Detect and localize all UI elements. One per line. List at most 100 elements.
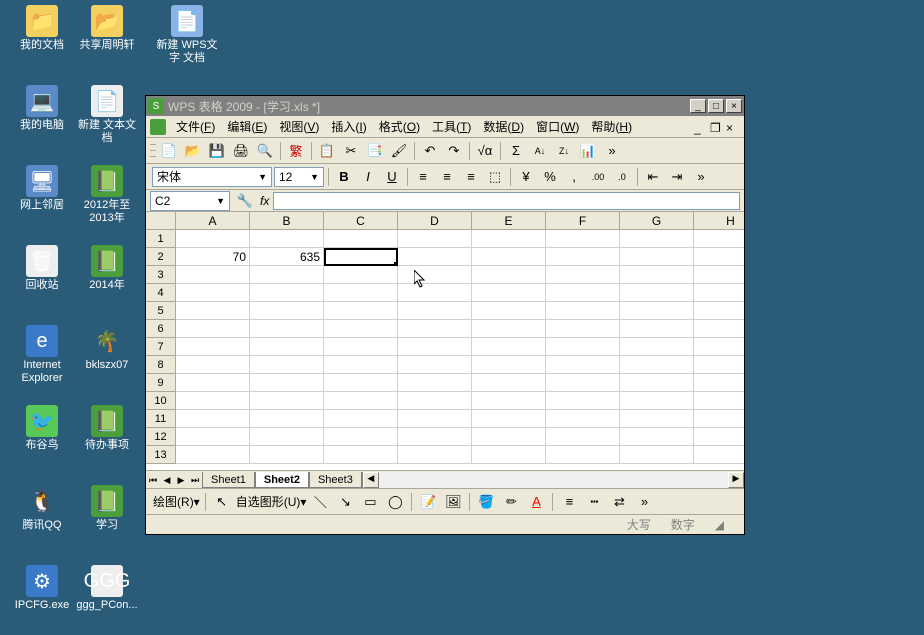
sort-desc-icon[interactable]: Z↓ — [553, 140, 575, 162]
toolbar-overflow-icon[interactable]: » — [601, 140, 623, 162]
row-header[interactable]: 2 — [146, 248, 176, 266]
cell-D10[interactable] — [398, 392, 472, 410]
toolbar-overflow-icon[interactable]: » — [633, 491, 655, 513]
cell-D11[interactable] — [398, 410, 472, 428]
cell-A11[interactable] — [176, 410, 250, 428]
increase-decimal-icon[interactable]: .00 — [587, 166, 609, 188]
column-header[interactable]: G — [620, 212, 694, 230]
cell-E6[interactable] — [472, 320, 546, 338]
save-icon[interactable]: 💾 — [206, 140, 228, 162]
insert-image-icon[interactable]: 🖼 — [442, 491, 464, 513]
cell-G8[interactable] — [620, 356, 694, 374]
insert-function-icon[interactable]: 🔧 — [234, 190, 256, 212]
cell-G10[interactable] — [620, 392, 694, 410]
cell-E4[interactable] — [472, 284, 546, 302]
menu-d[interactable]: 数据(D) — [477, 116, 530, 137]
cell-F13[interactable] — [546, 446, 620, 464]
cut-icon[interactable]: ✂ — [340, 140, 362, 162]
cell-D4[interactable] — [398, 284, 472, 302]
cell-B7[interactable] — [250, 338, 324, 356]
cell-H13[interactable] — [694, 446, 744, 464]
cell-E9[interactable] — [472, 374, 546, 392]
decrease-decimal-icon[interactable]: .0 — [611, 166, 633, 188]
cell-F4[interactable] — [546, 284, 620, 302]
cell-G1[interactable] — [620, 230, 694, 248]
cell-B8[interactable] — [250, 356, 324, 374]
cell-D8[interactable] — [398, 356, 472, 374]
cell-B12[interactable] — [250, 428, 324, 446]
sheet-tab[interactable]: Sheet1 — [202, 472, 255, 488]
rectangle-icon[interactable]: ▭ — [359, 491, 381, 513]
row-header[interactable]: 13 — [146, 446, 176, 464]
menu-i[interactable]: 插入(I) — [325, 116, 372, 137]
desktop-icon[interactable]: 📁我的文档 — [10, 5, 74, 52]
cell-G9[interactable] — [620, 374, 694, 392]
menu-f[interactable]: 文件(F) — [170, 116, 221, 137]
cell-C3[interactable] — [324, 266, 398, 284]
open-icon[interactable]: 📂 — [182, 140, 204, 162]
cell-F7[interactable] — [546, 338, 620, 356]
cell-E7[interactable] — [472, 338, 546, 356]
cell-G11[interactable] — [620, 410, 694, 428]
cell-C13[interactable] — [324, 446, 398, 464]
paste-icon[interactable]: 📋 — [316, 140, 338, 162]
cell-B13[interactable] — [250, 446, 324, 464]
desktop-icon[interactable]: eInternet Explorer — [10, 325, 74, 385]
cell-A9[interactable] — [176, 374, 250, 392]
cell-H12[interactable] — [694, 428, 744, 446]
row-header[interactable]: 9 — [146, 374, 176, 392]
line-style-icon[interactable]: ≡ — [558, 491, 580, 513]
autosum-icon[interactable]: Σ — [505, 140, 527, 162]
desktop-icon[interactable]: 📗学习 — [75, 485, 139, 532]
textbox-icon[interactable]: 📝 — [417, 491, 439, 513]
prev-sheet-icon[interactable]: ◀ — [160, 472, 174, 488]
cell-C10[interactable] — [324, 392, 398, 410]
desktop-icon[interactable]: 🗑回收站 — [10, 245, 74, 292]
cell-H10[interactable] — [694, 392, 744, 410]
desktop-icon[interactable]: ⚙IPCFG.exe — [10, 565, 74, 612]
copy-icon[interactable]: 📑 — [364, 140, 386, 162]
toolbar-grip[interactable] — [150, 142, 156, 160]
scroll-right-icon[interactable]: ▶ — [728, 472, 744, 488]
redo-icon[interactable]: ↷ — [443, 140, 465, 162]
chart-icon[interactable]: 📊 — [577, 140, 599, 162]
cell-C5[interactable] — [324, 302, 398, 320]
cell-F11[interactable] — [546, 410, 620, 428]
formula-input[interactable] — [273, 192, 740, 210]
line-icon[interactable]: ＼ — [309, 491, 331, 513]
name-box[interactable]: C2 ▼ — [150, 191, 230, 211]
cell-G6[interactable] — [620, 320, 694, 338]
cell-D9[interactable] — [398, 374, 472, 392]
desktop-icon[interactable]: 📄新建 文本文档 — [75, 85, 139, 145]
cell-F1[interactable] — [546, 230, 620, 248]
comma-icon[interactable]: , — [563, 166, 585, 188]
column-header[interactable]: C — [324, 212, 398, 230]
arrow-icon[interactable]: ↘ — [334, 491, 356, 513]
cell-B11[interactable] — [250, 410, 324, 428]
cell-C7[interactable] — [324, 338, 398, 356]
italic-icon[interactable]: I — [357, 166, 379, 188]
mdi-restore-button[interactable]: ❐ — [710, 121, 724, 133]
cell-C2[interactable] — [324, 248, 398, 266]
cell-D6[interactable] — [398, 320, 472, 338]
row-header[interactable]: 7 — [146, 338, 176, 356]
arrow-style-icon[interactable]: ⇄ — [608, 491, 630, 513]
desktop-icon[interactable]: 📗待办事项 — [75, 405, 139, 452]
mdi-minimize-button[interactable]: _ — [694, 121, 708, 133]
cell-E1[interactable] — [472, 230, 546, 248]
draw-menu[interactable]: 绘图(R)▾ — [153, 493, 200, 510]
cell-G5[interactable] — [620, 302, 694, 320]
cell-B6[interactable] — [250, 320, 324, 338]
row-header[interactable]: 12 — [146, 428, 176, 446]
row-header[interactable]: 5 — [146, 302, 176, 320]
cell-B2[interactable]: 635 — [250, 248, 324, 266]
sheet-tab[interactable]: Sheet3 — [309, 472, 362, 488]
cell-E8[interactable] — [472, 356, 546, 374]
align-left-icon[interactable]: ≡ — [412, 166, 434, 188]
cell-F9[interactable] — [546, 374, 620, 392]
column-header[interactable]: H — [694, 212, 744, 230]
cell-D12[interactable] — [398, 428, 472, 446]
desktop-icon[interactable]: 📗2012年至2013年 — [75, 165, 139, 225]
merge-cells-icon[interactable]: ⬚ — [484, 166, 506, 188]
desktop-icon[interactable]: 💻我的电脑 — [10, 85, 74, 132]
